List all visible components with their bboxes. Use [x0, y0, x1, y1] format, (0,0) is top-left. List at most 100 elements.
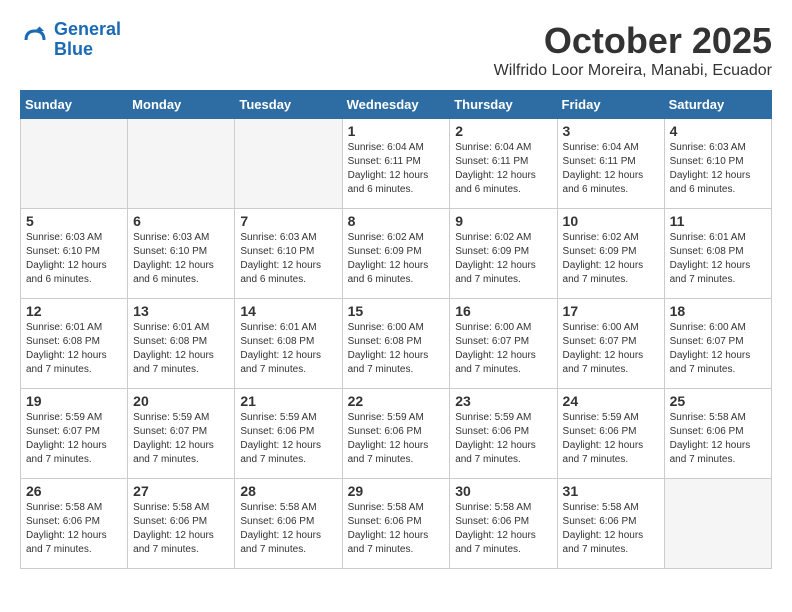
calendar-cell: 26 Sunrise: 5:58 AM Sunset: 6:06 PM Dayli… — [21, 479, 128, 569]
calendar-cell: 4Sunrise: 6:03 AM Sunset: 6:10 PM Daylig… — [664, 119, 771, 209]
calendar-cell: 25 Sunrise: 5:58 AM Sunset: 6:06 PM Dayli… — [664, 389, 771, 479]
calendar-cell: 12 Sunrise: 6:01 AM Sunset: 6:08 PM Dayli… — [21, 299, 128, 389]
day-number: 29 — [348, 483, 445, 499]
day-info: Sunrise: 5:58 AM Sunset: 6:06 PM Dayligh… — [240, 501, 336, 557]
weekday-header: Sunday — [21, 91, 128, 119]
day-number: 20 — [133, 393, 229, 409]
month-title: October 2025 — [494, 20, 772, 62]
calendar-cell: 21 Sunrise: 5:59 AM Sunset: 6:06 PM Dayli… — [235, 389, 342, 479]
day-info: Sunrise: 6:02 AM Sunset: 6:09 PM Dayligh… — [455, 231, 551, 287]
calendar-cell: 7Sunrise: 6:03 AM Sunset: 6:10 PM Daylig… — [235, 209, 342, 299]
day-info: Sunrise: 6:00 AM Sunset: 6:07 PM Dayligh… — [563, 321, 659, 377]
calendar-cell: 3 Sunrise: 6:04 AM Sunset: 6:11 PM Daylig… — [557, 119, 664, 209]
calendar-cell: 14Sunrise: 6:01 AM Sunset: 6:08 PM Dayli… — [235, 299, 342, 389]
calendar-cell — [21, 119, 128, 209]
title-block: October 2025 Wilfrido Loor Moreira, Mana… — [494, 20, 772, 80]
calendar-cell: 16 Sunrise: 6:00 AM Sunset: 6:07 PM Dayli… — [450, 299, 557, 389]
day-info: Sunrise: 5:59 AM Sunset: 6:06 PM Dayligh… — [455, 411, 551, 467]
calendar-cell: 19 Sunrise: 5:59 AM Sunset: 6:07 PM Dayli… — [21, 389, 128, 479]
day-info: Sunrise: 5:58 AM Sunset: 6:06 PM Dayligh… — [26, 501, 122, 557]
day-info: Sunrise: 6:00 AM Sunset: 6:07 PM Dayligh… — [670, 321, 766, 377]
day-info: Sunrise: 6:01 AM Sunset: 6:08 PM Dayligh… — [670, 231, 766, 287]
calendar-cell — [235, 119, 342, 209]
weekday-header: Wednesday — [342, 91, 450, 119]
weekday-header: Monday — [128, 91, 235, 119]
day-number: 3 — [563, 123, 659, 139]
calendar-cell: 23 Sunrise: 5:59 AM Sunset: 6:06 PM Dayli… — [450, 389, 557, 479]
calendar-week-row: 26 Sunrise: 5:58 AM Sunset: 6:06 PM Dayli… — [21, 479, 772, 569]
day-number: 18 — [670, 303, 766, 319]
day-number: 30 — [455, 483, 551, 499]
calendar-cell: 1Sunrise: 6:04 AM Sunset: 6:11 PM Daylig… — [342, 119, 450, 209]
calendar-week-row: 1 Sunrise: 6:04 AM Sunset: 6:11 PM Daylig… — [21, 119, 772, 209]
calendar-cell: 6 Sunrise: 6:03 AM Sunset: 6:10 PM Daylig… — [128, 209, 235, 299]
day-info: Sunrise: 6:01 AM Sunset: 6:08 PM Dayligh… — [26, 321, 122, 377]
weekday-header: Friday — [557, 91, 664, 119]
calendar-cell: 18 Sunrise: 6:00 AM Sunset: 6:07 PM Dayli… — [664, 299, 771, 389]
weekday-header: Tuesday — [235, 91, 342, 119]
day-number: 12 — [26, 303, 122, 319]
day-info: Sunrise: 5:58 AM Sunset: 6:06 PM Dayligh… — [348, 501, 445, 557]
day-info: Sunrise: 6:01 AM Sunset: 6:08 PM Dayligh… — [133, 321, 229, 377]
calendar-cell: 8Sunrise: 6:02 AM Sunset: 6:09 PM Daylig… — [342, 209, 450, 299]
day-info: Sunrise: 5:58 AM Sunset: 6:06 PM Dayligh… — [670, 411, 766, 467]
day-number: 15 — [348, 303, 445, 319]
day-number: 6 — [133, 213, 229, 229]
day-info: Sunrise: 5:59 AM Sunset: 6:06 PM Dayligh… — [348, 411, 445, 467]
weekday-header-row: SundayMondayTuesdayWednesdayThursdayFrid… — [21, 91, 772, 119]
day-number: 2 — [455, 123, 551, 139]
day-info: Sunrise: 5:58 AM Sunset: 6:06 PM Dayligh… — [455, 501, 551, 557]
day-number: 8 — [348, 213, 445, 229]
day-number: 11 — [670, 213, 766, 229]
day-number: 24 — [563, 393, 659, 409]
calendar-week-row: 12 Sunrise: 6:01 AM Sunset: 6:08 PM Dayli… — [21, 299, 772, 389]
calendar-cell: 31Sunrise: 5:58 AM Sunset: 6:06 PM Dayli… — [557, 479, 664, 569]
day-info: Sunrise: 6:03 AM Sunset: 6:10 PM Dayligh… — [26, 231, 122, 287]
day-number: 1 — [348, 123, 445, 139]
day-info: Sunrise: 5:59 AM Sunset: 6:07 PM Dayligh… — [26, 411, 122, 467]
calendar-cell: 30 Sunrise: 5:58 AM Sunset: 6:06 PM Dayli… — [450, 479, 557, 569]
day-number: 28 — [240, 483, 336, 499]
subtitle: Wilfrido Loor Moreira, Manabi, Ecuador — [494, 62, 772, 80]
day-info: Sunrise: 5:59 AM Sunset: 6:06 PM Dayligh… — [563, 411, 659, 467]
day-number: 22 — [348, 393, 445, 409]
calendar-cell: 29 Sunrise: 5:58 AM Sunset: 6:06 PM Dayli… — [342, 479, 450, 569]
logo-text: General Blue — [54, 20, 121, 60]
day-info: Sunrise: 6:03 AM Sunset: 6:10 PM Dayligh… — [133, 231, 229, 287]
day-number: 31 — [563, 483, 659, 499]
calendar-cell: 5Sunrise: 6:03 AM Sunset: 6:10 PM Daylig… — [21, 209, 128, 299]
day-info: Sunrise: 6:00 AM Sunset: 6:08 PM Dayligh… — [348, 321, 445, 377]
day-number: 26 — [26, 483, 122, 499]
calendar-cell: 2 Sunrise: 6:04 AM Sunset: 6:11 PM Daylig… — [450, 119, 557, 209]
calendar-cell: 17 Sunrise: 6:00 AM Sunset: 6:07 PM Dayli… — [557, 299, 664, 389]
day-number: 9 — [455, 213, 551, 229]
weekday-header: Saturday — [664, 91, 771, 119]
calendar-cell: 10Sunrise: 6:02 AM Sunset: 6:09 PM Dayli… — [557, 209, 664, 299]
calendar-cell: 24 Sunrise: 5:59 AM Sunset: 6:06 PM Dayli… — [557, 389, 664, 479]
day-number: 21 — [240, 393, 336, 409]
weekday-header: Thursday — [450, 91, 557, 119]
day-info: Sunrise: 6:04 AM Sunset: 6:11 PM Dayligh… — [563, 141, 659, 197]
day-info: Sunrise: 6:00 AM Sunset: 6:07 PM Dayligh… — [455, 321, 551, 377]
logo-line1: General — [54, 19, 121, 39]
calendar-cell: 11 Sunrise: 6:01 AM Sunset: 6:08 PM Dayli… — [664, 209, 771, 299]
day-info: Sunrise: 6:04 AM Sunset: 6:11 PM Dayligh… — [455, 141, 551, 197]
calendar-week-row: 5Sunrise: 6:03 AM Sunset: 6:10 PM Daylig… — [21, 209, 772, 299]
calendar-cell: 27Sunrise: 5:58 AM Sunset: 6:06 PM Dayli… — [128, 479, 235, 569]
calendar-table: SundayMondayTuesdayWednesdayThursdayFrid… — [20, 90, 772, 569]
day-number: 19 — [26, 393, 122, 409]
day-number: 25 — [670, 393, 766, 409]
day-info: Sunrise: 6:03 AM Sunset: 6:10 PM Dayligh… — [670, 141, 766, 197]
calendar-cell: 15 Sunrise: 6:00 AM Sunset: 6:08 PM Dayli… — [342, 299, 450, 389]
logo: General Blue — [20, 20, 121, 60]
calendar-cell — [128, 119, 235, 209]
calendar-cell: 9 Sunrise: 6:02 AM Sunset: 6:09 PM Daylig… — [450, 209, 557, 299]
day-number: 17 — [563, 303, 659, 319]
calendar-cell — [664, 479, 771, 569]
day-info: Sunrise: 5:58 AM Sunset: 6:06 PM Dayligh… — [133, 501, 229, 557]
day-info: Sunrise: 5:59 AM Sunset: 6:06 PM Dayligh… — [240, 411, 336, 467]
day-number: 7 — [240, 213, 336, 229]
calendar-cell: 22 Sunrise: 5:59 AM Sunset: 6:06 PM Dayli… — [342, 389, 450, 479]
day-number: 16 — [455, 303, 551, 319]
day-number: 23 — [455, 393, 551, 409]
